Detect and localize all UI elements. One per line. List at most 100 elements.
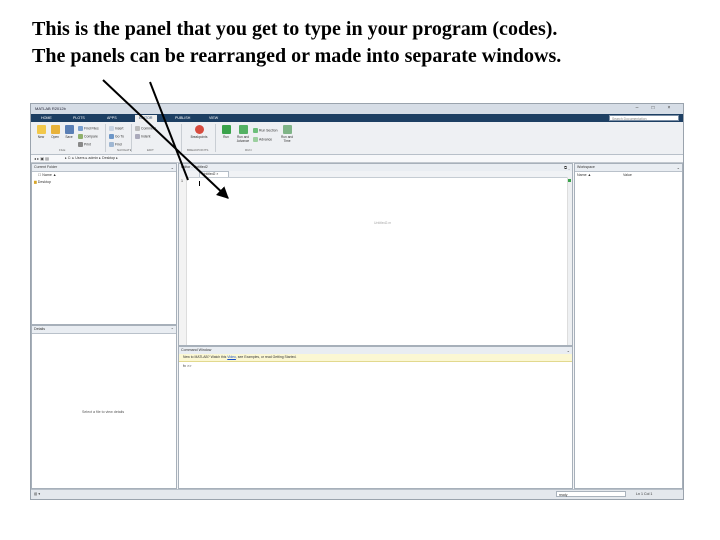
details-header: Details ⌃ xyxy=(32,326,176,334)
editor-panel: Editor - Untitled2 ⧉ ⌄ Untitled2 × 1 Unt… xyxy=(178,163,573,346)
chevron-down-icon[interactable]: ⌄ xyxy=(171,164,174,171)
minimize-button[interactable]: ‒ xyxy=(633,105,641,112)
find-files-icon xyxy=(78,126,83,131)
name-column-header[interactable]: ☐ Name ▲ xyxy=(38,173,56,177)
run-section-button[interactable]: Run Section xyxy=(253,128,277,133)
chevron-down-icon[interactable]: ⌄ xyxy=(677,164,680,171)
zoom-field[interactable]: ready xyxy=(556,491,626,497)
current-folder-address-bar: ◂ ▸ ▣ ▤ ▸ C: ▸ Users ▸ admin ▸ Desktop ▸ xyxy=(31,155,683,163)
status-bar-menu[interactable]: ▥ ▾ xyxy=(34,492,40,496)
insert-icon xyxy=(109,126,114,131)
folder-icon: ▆ xyxy=(34,180,37,184)
status-bar: ▥ ▾ ready Ln 1 Col 1 xyxy=(31,489,683,499)
tab-publish[interactable]: PUBLISH xyxy=(171,115,194,122)
maximize-button[interactable]: □ xyxy=(649,105,657,112)
matlab-screenshot: MATLAB R2012b ‒ □ × HOME PLOTS APPS EDIT… xyxy=(30,103,684,500)
run-and-advance-icon xyxy=(238,125,248,134)
indent-icon xyxy=(135,134,140,139)
tab-untitled2[interactable]: Untitled2 × xyxy=(199,171,229,177)
tab-editor[interactable]: EDITOR xyxy=(135,115,157,122)
find-button[interactable]: Find xyxy=(109,142,122,147)
ribbon-toolstrip: New Open Save Find Files Compare Print F… xyxy=(31,122,683,155)
chevron-up-icon[interactable]: ⌃ xyxy=(171,326,174,333)
tab-apps[interactable]: APPS xyxy=(103,115,121,122)
video-link[interactable]: Video xyxy=(227,355,236,359)
navigation-buttons[interactable]: ◂ ▸ ▣ ▤ xyxy=(34,156,49,161)
editor-title: Editor - Untitled2 xyxy=(181,165,208,169)
line-number: 1 xyxy=(181,179,183,183)
folder-icon xyxy=(50,125,60,134)
comment-button[interactable]: Comment xyxy=(135,126,156,131)
new-file-icon xyxy=(36,125,46,134)
compare-button[interactable]: Compare xyxy=(78,134,98,139)
slide-caption: This is the panel that you get to type i… xyxy=(32,16,712,70)
editor-tab-strip: Untitled2 × xyxy=(179,171,572,178)
text-cursor xyxy=(199,181,200,186)
go-to-button[interactable]: Go To xyxy=(109,134,124,139)
find-files-button[interactable]: Find Files xyxy=(78,126,99,131)
group-label-edit: EDIT xyxy=(147,148,154,152)
getting-started-notice: New to MATLAB? Watch this Video, see Exa… xyxy=(179,354,572,362)
close-button[interactable]: × xyxy=(665,105,673,112)
status-indicator-icon xyxy=(568,179,571,182)
current-folder-header: Current Folder ⌄ xyxy=(32,164,176,172)
run-and-time-icon xyxy=(282,125,292,134)
group-divider xyxy=(181,124,182,152)
group-divider xyxy=(131,124,132,152)
tab-view[interactable]: VIEW xyxy=(205,115,222,122)
comment-icon xyxy=(135,126,140,131)
window-title: MATLAB R2012b xyxy=(35,106,66,111)
compare-icon xyxy=(78,134,83,139)
search-documentation-input[interactable]: Search Documentation xyxy=(609,115,679,121)
line-number-gutter: 1 xyxy=(179,177,187,345)
run-and-advance-button[interactable]: Run and Advance xyxy=(234,125,252,143)
print-icon xyxy=(78,142,83,147)
save-button[interactable]: Save xyxy=(62,125,76,139)
tab-home[interactable]: HOME xyxy=(37,115,56,122)
close-icon[interactable]: × xyxy=(216,172,218,176)
command-window-panel: Command Window ⌄ New to MATLAB? Watch th… xyxy=(178,346,573,489)
caption-line-2: The panels can be rearranged or made int… xyxy=(32,45,562,67)
insert-button[interactable]: Insert xyxy=(109,126,123,131)
vertical-scrollbar[interactable] xyxy=(567,177,572,345)
new-button[interactable]: New xyxy=(34,125,48,139)
run-button[interactable]: Run xyxy=(219,125,233,139)
group-divider xyxy=(215,124,216,152)
run-section-icon xyxy=(253,128,258,133)
command-prompt[interactable]: fx >> xyxy=(183,364,191,368)
breakpoints-button[interactable]: Breakpoints xyxy=(189,125,209,139)
run-and-time-button[interactable]: Run and Time xyxy=(279,125,295,143)
find-icon xyxy=(109,142,114,147)
open-button[interactable]: Open xyxy=(48,125,62,139)
group-label-run: RUN xyxy=(245,148,252,152)
window-titlebar: MATLAB R2012b ‒ □ × xyxy=(31,104,683,114)
details-panel: Details ⌃ Select a file to view details xyxy=(31,325,177,489)
cursor-position: Ln 1 Col 1 xyxy=(636,492,653,496)
advance-icon xyxy=(253,137,258,142)
go-to-icon xyxy=(109,134,114,139)
current-folder-panel: Current Folder ⌄ ☐ Name ▲ ▆ Desktop xyxy=(31,163,177,325)
current-folder-path[interactable]: ▸ C: ▸ Users ▸ admin ▸ Desktop ▸ xyxy=(65,156,118,160)
undock-icon[interactable]: ⧉ ⌄ xyxy=(564,164,570,171)
run-icon xyxy=(221,125,231,134)
name-column-header[interactable]: Name ▲ xyxy=(577,173,591,177)
print-button[interactable]: Print xyxy=(78,142,91,147)
caption-line-1: This is the panel that you get to type i… xyxy=(32,18,558,40)
tab-plots[interactable]: PLOTS xyxy=(69,115,89,122)
group-label-navigate: NAVIGATE xyxy=(117,148,132,152)
value-column-header[interactable]: Value xyxy=(623,173,632,177)
workspace-panel: Workspace ⌄ Name ▲ Value xyxy=(574,163,683,489)
editor-background-text: Untitled2.m xyxy=(374,221,392,225)
group-label-breakpoints: BREAKPOINTS xyxy=(187,148,209,152)
group-label-file: FILE xyxy=(59,148,66,152)
details-empty-text: Select a file to view details xyxy=(82,410,125,414)
group-divider xyxy=(105,124,106,152)
indent-button[interactable]: Indent xyxy=(135,134,150,139)
save-icon xyxy=(64,125,74,134)
advance-button[interactable]: Advance xyxy=(253,137,272,142)
workspace-header: Workspace ⌄ xyxy=(575,164,682,172)
ribbon-tab-bar: HOME PLOTS APPS EDITOR PUBLISH VIEW Sear… xyxy=(31,114,683,122)
chevron-down-icon[interactable]: ⌄ xyxy=(567,347,570,354)
checkbox-icon: ☐ xyxy=(38,173,42,177)
list-item[interactable]: ▆ Desktop xyxy=(34,180,51,184)
